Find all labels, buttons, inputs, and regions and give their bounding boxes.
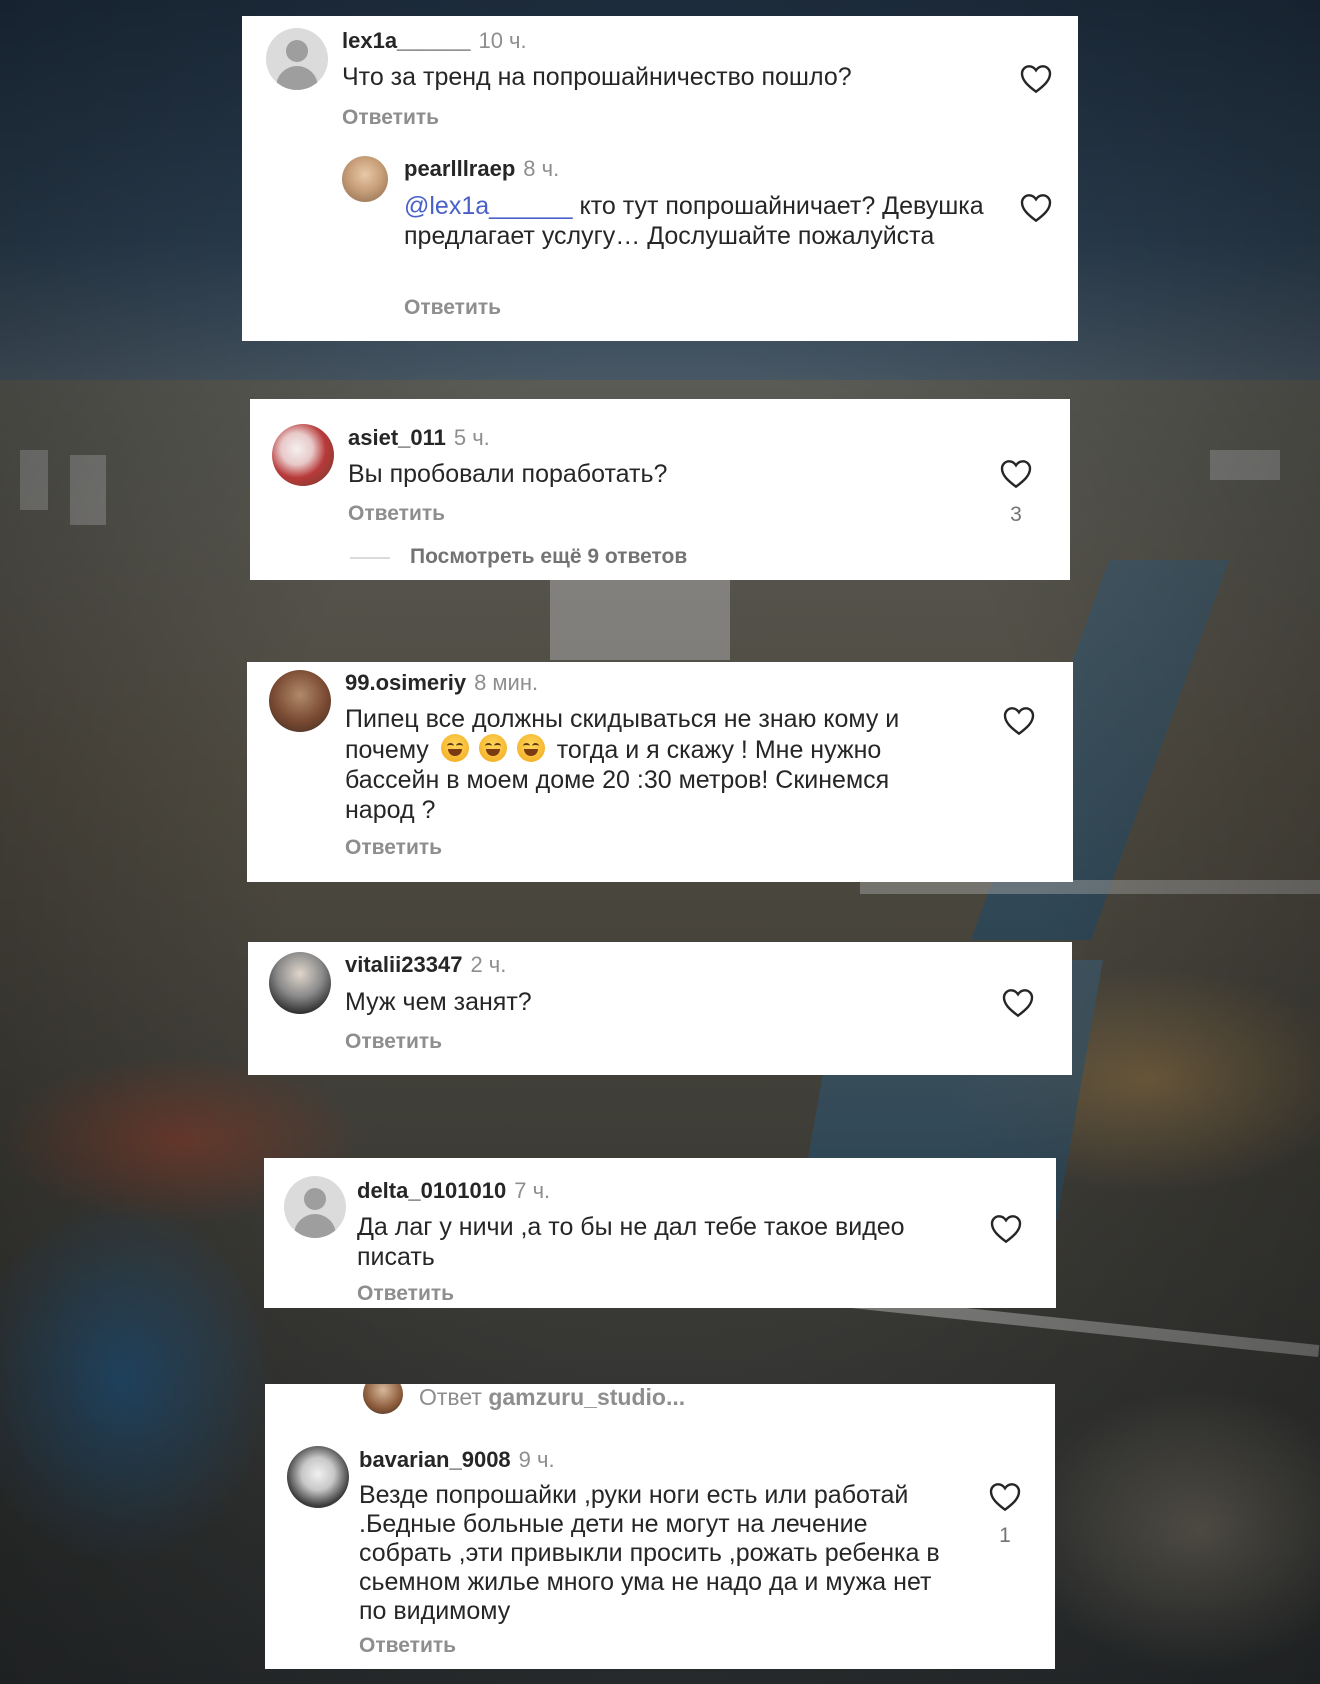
default-avatar-icon[interactable] (266, 28, 328, 90)
username[interactable]: 99.osimeriy (345, 670, 466, 695)
heart-icon[interactable] (1003, 706, 1035, 736)
timestamp: 2 ч. (470, 952, 507, 977)
timestamp: 9 ч. (518, 1447, 555, 1472)
timestamp: 5 ч. (453, 425, 490, 450)
comment-text: Что за тренд на попрошайничество пошло? (342, 63, 852, 91)
comment-text: Да лаг у ничи ,а то бы не дал тебе такое… (357, 1213, 905, 1271)
comment-text: Везде попрошайки ,руки ноги есть или раб… (359, 1481, 940, 1625)
user-avatar[interactable] (272, 424, 334, 486)
user-avatar[interactable] (269, 670, 331, 732)
reply-button[interactable]: Ответить (357, 1282, 454, 1306)
user-avatar[interactable] (287, 1446, 349, 1508)
user-avatar[interactable] (269, 952, 331, 1014)
reply-to-prefix: Ответ (419, 1384, 482, 1410)
heart-icon[interactable] (1020, 193, 1052, 223)
comment-card: asiet_011 5 ч. Вы пробовали поработать? О… (250, 399, 1070, 580)
timestamp: 7 ч. (514, 1178, 551, 1203)
username[interactable]: asiet_011 (348, 425, 446, 450)
heart-icon[interactable] (990, 1214, 1022, 1244)
comment-meta: delta_0101010 7 ч. (357, 1178, 550, 1204)
timestamp: 8 ч. (523, 156, 560, 181)
reply-button[interactable]: Ответить (345, 1030, 442, 1054)
comment-card: 99.osimeriy 8 мин. Пипец все должны скиды… (247, 662, 1073, 882)
reply-button[interactable]: Ответить (345, 836, 442, 860)
like-count: 3 (1010, 503, 1022, 526)
tears-of-joy-emoji-icon (478, 734, 507, 762)
reply-text: @lex1a______ кто тут попрошайничает? Дев… (404, 191, 984, 251)
heart-icon[interactable] (1020, 64, 1052, 94)
comment-card: vitalii23347 2 ч. Муж чем занят? Ответить (248, 942, 1072, 1075)
like-count: 1 (999, 1524, 1011, 1547)
comment-text: Пипец все должны скидываться не знаю ком… (345, 704, 955, 825)
tears-of-joy-emoji-icon (516, 734, 545, 762)
reply-to-label: Ответ gamzuru_studio... (419, 1384, 685, 1411)
timestamp: 10 ч. (478, 28, 527, 53)
mention-link[interactable]: @lex1a______ (404, 192, 573, 220)
view-more-replies-button[interactable]: Посмотреть ещё 9 ответов (410, 545, 687, 569)
heart-icon[interactable] (1002, 988, 1034, 1018)
username[interactable]: pearlllraep (404, 156, 515, 181)
comment-meta: vitalii23347 2 ч. (345, 952, 506, 978)
comment-text: Муж чем занят? (345, 988, 532, 1016)
username[interactable]: delta_0101010 (357, 1178, 506, 1203)
user-avatar[interactable] (342, 156, 388, 202)
heart-icon[interactable] (1000, 459, 1032, 489)
heart-icon[interactable] (989, 1482, 1021, 1512)
comment-meta: 99.osimeriy 8 мин. (345, 670, 538, 696)
comment-meta: lex1a______ 10 ч. (342, 28, 527, 54)
reply-button[interactable]: Ответить (348, 502, 445, 526)
comment-meta: asiet_011 5 ч. (348, 425, 490, 451)
reply-to-username[interactable]: gamzuru_studio... (488, 1384, 685, 1410)
comment-card: Ответ gamzuru_studio... bavarian_9008 9 ч… (265, 1384, 1055, 1669)
comment-card: lex1a______ 10 ч. Что за тренд на попроша… (242, 16, 1078, 341)
default-avatar-icon[interactable] (284, 1176, 346, 1238)
reply-button[interactable]: Ответить (359, 1634, 456, 1658)
reply-button[interactable]: Ответить (404, 296, 501, 320)
reply-button[interactable]: Ответить (342, 106, 439, 130)
timestamp: 8 мин. (474, 670, 539, 695)
user-avatar[interactable] (363, 1384, 403, 1414)
tears-of-joy-emoji-icon (440, 734, 469, 762)
comment-card: delta_0101010 7 ч. Да лаг у ничи ,а то бы… (264, 1158, 1056, 1308)
view-replies-line (350, 557, 390, 559)
reply-meta: pearlllraep 8 ч. (404, 156, 559, 182)
username[interactable]: bavarian_9008 (359, 1447, 511, 1472)
comment-meta: bavarian_9008 9 ч. (359, 1447, 555, 1473)
comment-text: Вы пробовали поработать? (348, 460, 668, 488)
username[interactable]: vitalii23347 (345, 952, 462, 977)
username[interactable]: lex1a______ (342, 28, 470, 53)
